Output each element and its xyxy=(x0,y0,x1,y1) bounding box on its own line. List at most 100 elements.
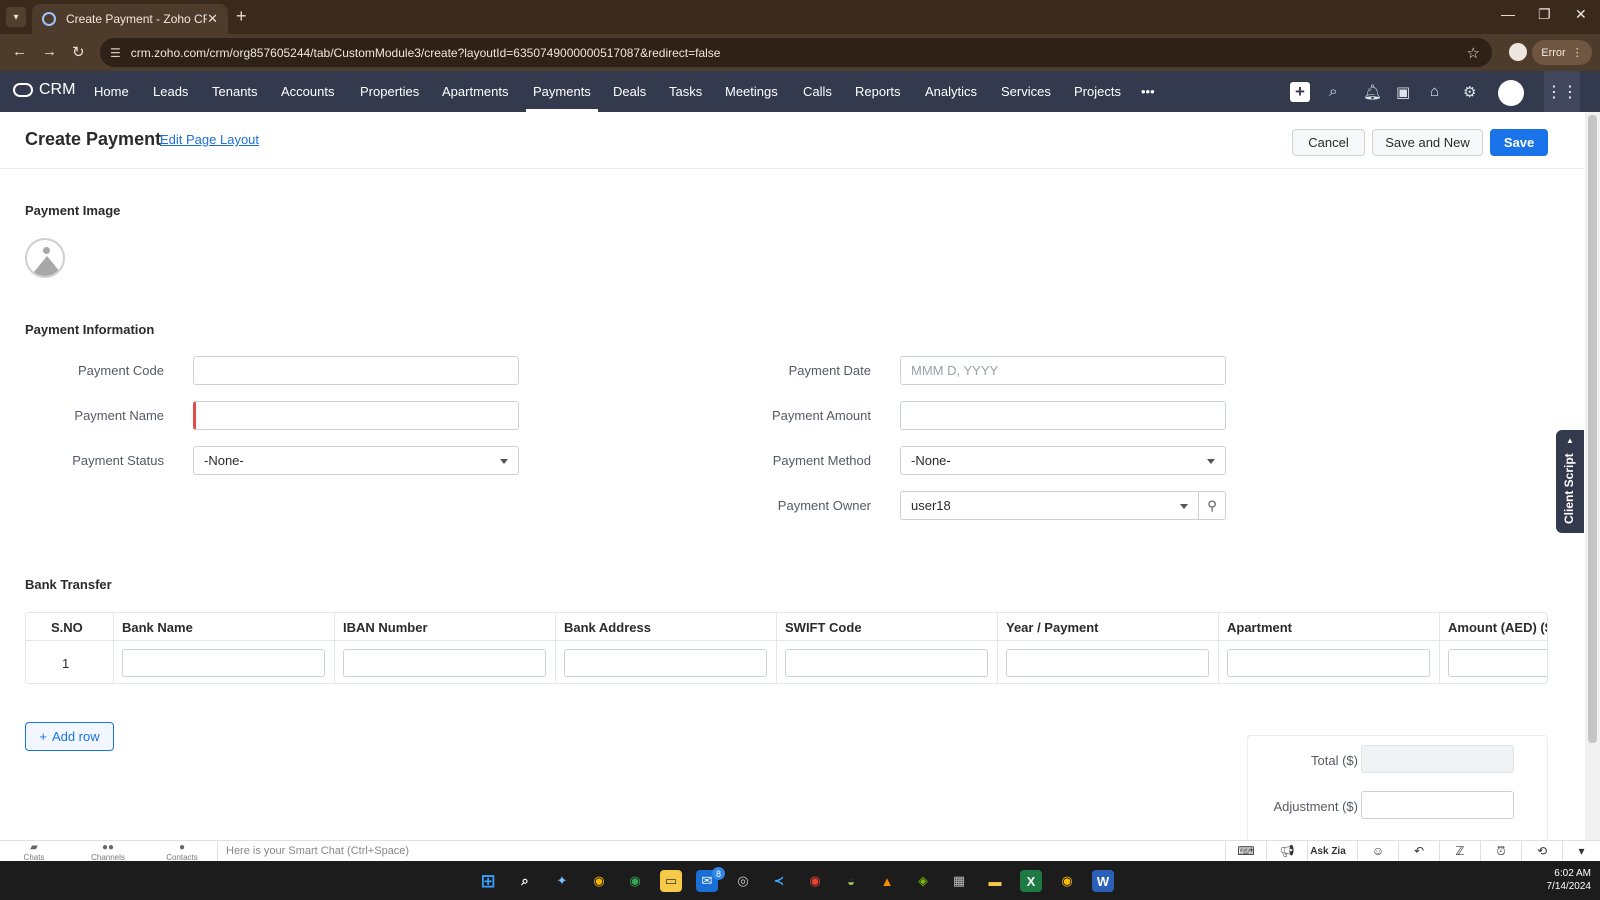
nvidia-icon[interactable]: ◈ xyxy=(912,870,934,892)
user-lookup-icon[interactable]: ⚲ xyxy=(1199,491,1226,520)
system-clock[interactable]: 6:02 AM 7/14/2024 xyxy=(1515,867,1592,893)
nav-calls[interactable]: Calls xyxy=(803,84,832,99)
adjustment-input[interactable] xyxy=(1361,791,1514,819)
back-icon[interactable]: ← xyxy=(12,43,27,60)
scrollbar-thumb[interactable] xyxy=(1588,115,1597,743)
steam-icon[interactable]: ◎ xyxy=(732,870,754,892)
bank-address-input[interactable] xyxy=(564,649,767,677)
vlc-icon[interactable]: ▲ xyxy=(876,870,898,892)
chrome-active-icon[interactable]: ◉ xyxy=(1056,870,1078,892)
photos-icon[interactable]: ◒ xyxy=(840,870,862,892)
calculator-icon[interactable]: ▦ xyxy=(948,870,970,892)
word-icon[interactable]: W xyxy=(1092,870,1114,892)
image-placeholder-icon[interactable] xyxy=(25,238,65,278)
payment-code-input[interactable] xyxy=(193,356,519,385)
nav-deals[interactable]: Deals xyxy=(613,84,646,99)
apps-grid-icon[interactable]: ⋮⋮ xyxy=(1544,71,1580,112)
close-window-icon[interactable]: ✕ xyxy=(1575,6,1587,23)
nav-payments[interactable]: Payments xyxy=(526,84,598,112)
nav-more-icon[interactable]: ••• xyxy=(1141,84,1155,99)
copilot-icon[interactable]: ✦ xyxy=(551,870,573,892)
bookmark-star-icon[interactable]: ☆ xyxy=(1467,44,1480,62)
translate-icon[interactable]: ℤ xyxy=(1439,841,1480,861)
chrome-icon[interactable]: ◉ xyxy=(588,870,610,892)
site-info-icon[interactable]: ☰ xyxy=(110,46,121,60)
payment-amount-input[interactable] xyxy=(900,401,1226,430)
history-icon[interactable]: ⟲ xyxy=(1521,841,1562,861)
nav-reports[interactable]: Reports xyxy=(855,84,901,99)
nav-leads[interactable]: Leads xyxy=(153,84,188,99)
windows-start-icon[interactable]: ⊞ xyxy=(477,870,499,892)
iban-number-input[interactable] xyxy=(343,649,546,677)
sticky-notes-icon[interactable]: ▭ xyxy=(660,870,682,892)
ask-zia-button[interactable]: Ask Zia xyxy=(1307,841,1348,861)
nav-projects[interactable]: Projects xyxy=(1074,84,1121,99)
browser-tab[interactable]: Create Payment - Zoho CRM ✕ xyxy=(32,4,228,34)
restore-icon[interactable]: ❐ xyxy=(1538,6,1551,23)
more-tools-icon[interactable]: ▾ xyxy=(1562,841,1600,861)
file-explorer-icon[interactable]: ▬ xyxy=(984,870,1006,892)
payment-method-select[interactable]: -None- xyxy=(900,446,1226,475)
search-icon[interactable]: ⌕ xyxy=(1329,83,1337,100)
marketplace-icon[interactable]: ⌂ xyxy=(1430,83,1439,100)
apartment-input[interactable] xyxy=(1227,649,1430,677)
nav-tasks[interactable]: Tasks xyxy=(669,84,702,99)
nav-properties[interactable]: Properties xyxy=(360,84,419,99)
payment-method-label: Payment Method xyxy=(772,453,871,468)
notifications-bell-icon[interactable]: 🔔︎ xyxy=(1363,83,1382,101)
th-amount-aed: Amount (AED) ($) xyxy=(1448,620,1548,635)
sentiment-icon[interactable]: ☺ xyxy=(1357,841,1398,861)
page-scrollbar[interactable] xyxy=(1585,112,1600,840)
undo-icon[interactable]: ↶ xyxy=(1398,841,1439,861)
swift-code-input[interactable] xyxy=(785,649,988,677)
excel-icon[interactable]: X xyxy=(1020,870,1042,892)
payment-name-input[interactable] xyxy=(193,401,519,430)
nav-meetings[interactable]: Meetings xyxy=(725,84,778,99)
year-payment-input[interactable] xyxy=(1006,649,1209,677)
plus-icon: + xyxy=(39,729,47,744)
nav-apartments[interactable]: Apartments xyxy=(442,84,508,99)
crm-logo[interactable]: CRM xyxy=(13,81,75,99)
minimize-icon[interactable]: — xyxy=(1501,6,1515,22)
windows-taskbar: ⊞ ⌕ ✦ ◉ ◉ ▭ ✉ 8 ◎ ≺ ◉ ◒ ▲ ◈ ▦ ▬ X ◉ W 6:… xyxy=(0,861,1600,900)
browser-profile-icon[interactable] xyxy=(1509,43,1527,61)
nav-tenants[interactable]: Tenants xyxy=(212,84,258,99)
bank-name-input[interactable] xyxy=(122,649,325,677)
taskbar-search-icon[interactable]: ⌕ xyxy=(514,870,536,892)
browser-error-button[interactable]: Error ⋮ xyxy=(1532,40,1592,65)
announcement-icon[interactable]: 📢︎ xyxy=(1266,841,1307,861)
address-bar[interactable]: ☰ crm.zoho.com/crm/org857605244/tab/Cust… xyxy=(100,38,1492,67)
payment-status-select[interactable]: -None- xyxy=(193,446,519,475)
forward-icon[interactable]: → xyxy=(42,43,57,60)
chats-tab[interactable]: ▰ Chats xyxy=(12,843,56,863)
nav-services[interactable]: Services xyxy=(1001,84,1051,99)
payment-date-input[interactable]: MMM D, YYYY xyxy=(900,356,1226,385)
vscode-icon[interactable]: ≺ xyxy=(768,870,790,892)
nav-accounts[interactable]: Accounts xyxy=(281,84,334,99)
channels-tab[interactable]: ●● Channels xyxy=(86,843,130,863)
close-tab-icon[interactable]: ✕ xyxy=(207,11,218,27)
reload-icon[interactable]: ↻ xyxy=(72,43,85,61)
chrome-profile-icon[interactable]: ◉ xyxy=(624,870,646,892)
tab-search-button[interactable]: ▾ xyxy=(6,7,26,27)
payment-owner-select[interactable]: user18 xyxy=(900,491,1199,520)
new-tab-icon[interactable]: + xyxy=(236,6,247,27)
smart-chat-input[interactable]: Here is your Smart Chat (Ctrl+Space) xyxy=(217,841,1225,861)
settings-gear-icon[interactable]: ⚙ xyxy=(1463,83,1476,101)
client-script-tab[interactable]: ▲ Client Script xyxy=(1556,430,1584,533)
amount-aed-input[interactable] xyxy=(1448,649,1547,677)
save-and-new-button[interactable]: Save and New xyxy=(1372,129,1483,156)
screen-share-icon[interactable]: ⌨ xyxy=(1225,841,1266,861)
edit-page-layout-link[interactable]: Edit Page Layout xyxy=(160,132,259,147)
nav-analytics[interactable]: Analytics xyxy=(925,84,977,99)
cancel-button[interactable]: Cancel xyxy=(1292,129,1365,156)
quick-create-icon[interactable]: + xyxy=(1290,82,1310,102)
save-button[interactable]: Save xyxy=(1490,129,1548,156)
add-row-button[interactable]: + Add row xyxy=(25,722,114,751)
alarm-clock-icon[interactable]: ⏰︎ xyxy=(1480,841,1521,861)
calendar-icon[interactable]: ▣ xyxy=(1396,83,1410,101)
nav-home[interactable]: Home xyxy=(94,84,129,99)
chrome-alt-icon[interactable]: ◉ xyxy=(804,870,826,892)
user-avatar[interactable] xyxy=(1498,80,1524,106)
contacts-tab[interactable]: ● Contacts xyxy=(160,843,204,863)
